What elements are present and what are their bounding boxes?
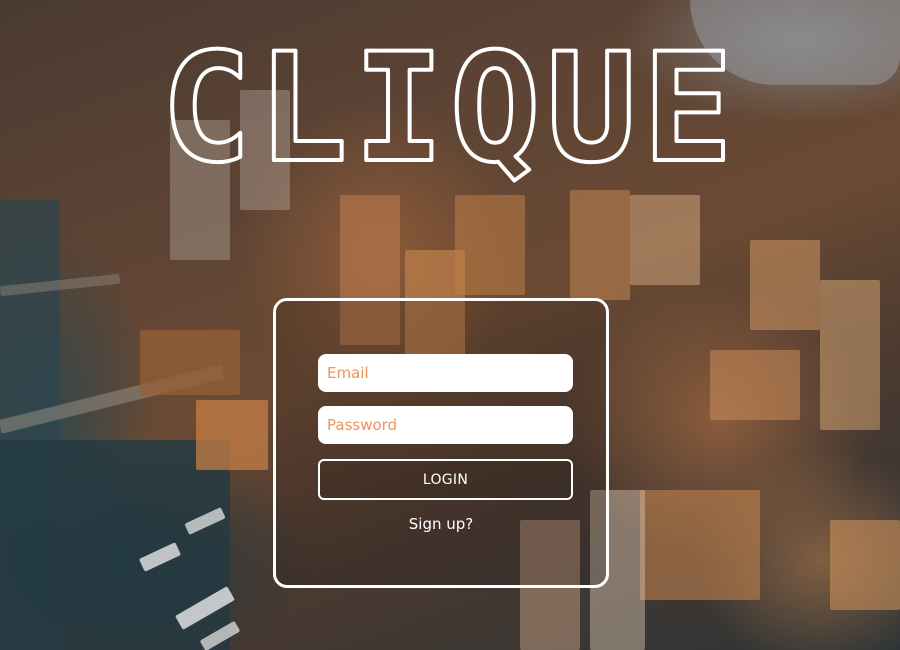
clique-logo: CLIQUE [90,38,810,198]
logo-title: CLIQUE [161,38,739,196]
signup-link[interactable]: Sign up? [276,515,606,533]
logo-outline-text: CLIQUE [159,38,739,198]
email-input[interactable] [318,354,573,392]
password-input[interactable] [318,406,573,444]
login-button[interactable]: LOGIN [318,459,573,500]
login-form-card: LOGIN Sign up? [273,298,609,588]
